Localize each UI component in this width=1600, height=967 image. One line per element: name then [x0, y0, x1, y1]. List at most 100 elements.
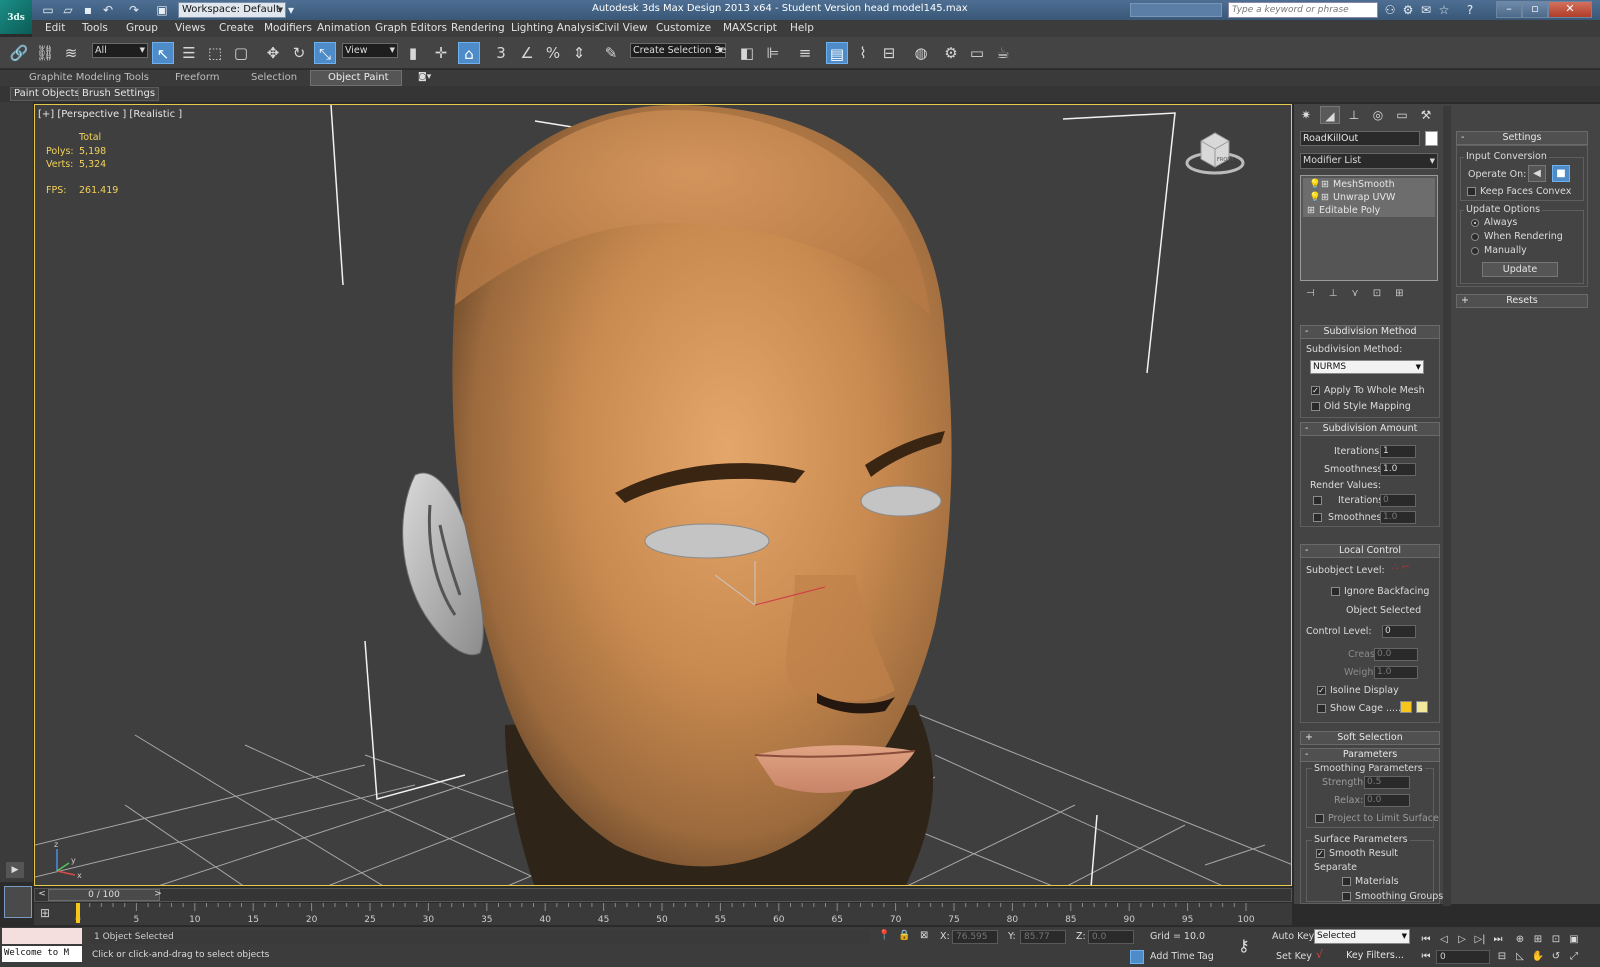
play-forward-icon[interactable]: ▶	[6, 862, 24, 878]
strength-spinner[interactable]: 0.5	[1364, 776, 1410, 789]
stack-item-editable-poly[interactable]: ⊞ Editable Poly	[1303, 204, 1435, 217]
menu-rendering[interactable]: Rendering	[451, 22, 505, 34]
undo-icon[interactable]: ↶	[100, 2, 116, 18]
tab-selection[interactable]: Selection	[251, 72, 297, 83]
open-file-icon[interactable]: ▱	[60, 2, 76, 18]
object-color-swatch[interactable]	[1425, 131, 1438, 146]
add-time-tag[interactable]: Add Time Tag	[1150, 951, 1214, 962]
keep-faces-convex-checkbox[interactable]	[1467, 187, 1476, 196]
operate-on-polygon-icon[interactable]: ■	[1552, 165, 1570, 182]
favorites-star-icon[interactable]: ☆	[1436, 2, 1452, 18]
workspace-arrow-icon[interactable]: ▾	[286, 2, 296, 18]
search-input[interactable]: Type a keyword or phrase	[1228, 2, 1378, 18]
utilities-tab-icon[interactable]: ⚒	[1416, 106, 1436, 124]
lightbulb-icon[interactable]: 💡	[1309, 191, 1321, 204]
binoculars-icon[interactable]: ⚇	[1382, 2, 1398, 18]
menu-civil-view[interactable]: Civil View	[597, 22, 648, 34]
settings-header[interactable]: - Settings	[1456, 131, 1588, 145]
link-icon[interactable]: 🔗	[8, 42, 30, 64]
viewport-label-menu[interactable]: [+] [Perspective ] [Realistic ]	[38, 109, 182, 120]
zoom-all-icon[interactable]: ⊞	[1530, 933, 1546, 947]
field-of-view-icon[interactable]: ◺	[1512, 950, 1528, 964]
ribbon-options-icon[interactable]: ◙▾	[418, 72, 436, 83]
track-bar[interactable]: 0510152025303540455055606570758085909510…	[34, 903, 1292, 925]
curve-editor-icon[interactable]: ⌇	[852, 42, 874, 64]
subdivision-method-dropdown[interactable]: NURMS ▼	[1310, 360, 1424, 374]
time-slider[interactable]	[34, 888, 1292, 902]
parameters-header[interactable]: - Parameters	[1300, 748, 1440, 762]
modifier-list-dropdown[interactable]: Modifier List ▼	[1300, 153, 1438, 169]
resets-header[interactable]: + Resets	[1456, 294, 1588, 308]
materials-checkbox[interactable]	[1342, 877, 1351, 886]
motion-tab-icon[interactable]: ◎	[1368, 106, 1388, 124]
object-name-field[interactable]: RoadKillOut	[1300, 131, 1420, 146]
key-mode-toggle-icon[interactable]: ⏮	[1418, 950, 1434, 964]
select-by-name-icon[interactable]: ☰	[178, 42, 200, 64]
manually-radio[interactable]	[1471, 247, 1479, 255]
app-logo-button[interactable]: 3ds	[0, 0, 32, 34]
time-prev-icon[interactable]: <	[36, 889, 48, 901]
update-button[interactable]: Update	[1482, 262, 1558, 277]
maxscript-listener-pink[interactable]	[2, 928, 82, 944]
command-panel-scrollbar[interactable]	[1443, 106, 1451, 906]
keyboard-shortcut-override-icon[interactable]: ⌂	[458, 42, 480, 64]
old-style-mapping-checkbox[interactable]	[1311, 402, 1320, 411]
soft-selection-header[interactable]: + Soft Selection	[1300, 731, 1440, 745]
set-key-key-icon[interactable]: ⚷	[1238, 936, 1262, 955]
subdivision-amount-header[interactable]: - Subdivision Amount	[1300, 422, 1440, 436]
menu-maxscript[interactable]: MAXScript	[723, 22, 777, 34]
subobject-vertex-edge-icon[interactable]: ∴ ⌐	[1392, 562, 1422, 576]
local-control-header[interactable]: - Local Control	[1300, 544, 1440, 558]
trackbar-filter-icon[interactable]: ⊞	[40, 906, 62, 922]
crease-spinner[interactable]: 0.0	[1374, 648, 1418, 661]
lightbulb-icon[interactable]: 💡	[1309, 178, 1321, 191]
rectangular-selection-icon[interactable]: ⬚	[204, 42, 226, 64]
maxscript-listener[interactable]: Welcome to M	[2, 946, 82, 962]
select-manipulate-icon[interactable]: ✛	[430, 42, 452, 64]
render-iterations-checkbox[interactable]	[1313, 496, 1322, 505]
graphite-toggle-icon[interactable]: ▤	[826, 42, 848, 64]
isoline-display-checkbox[interactable]: ✓	[1317, 686, 1326, 695]
bind-space-warp-icon[interactable]: ≋	[60, 42, 82, 64]
save-file-icon[interactable]: ▪	[80, 2, 96, 18]
default-in-out-tangent-icon[interactable]: √	[1316, 948, 1332, 962]
rotate-icon[interactable]: ↻	[288, 42, 310, 64]
render-smoothness-checkbox[interactable]	[1313, 513, 1322, 522]
cage-color-swatch-1[interactable]	[1400, 701, 1412, 713]
tab-graphite-modeling-tools[interactable]: Graphite Modeling Tools	[29, 72, 149, 83]
rendered-frame-window-icon[interactable]: ▭	[966, 42, 988, 64]
play-icon[interactable]: ▷	[1454, 933, 1470, 947]
move-icon[interactable]: ✥	[262, 42, 284, 64]
help-icon[interactable]: ?	[1462, 2, 1478, 18]
reference-coord-dropdown[interactable]: View ▼	[342, 43, 398, 58]
percent-snap-icon[interactable]: %	[542, 42, 564, 64]
paint-objects-panel[interactable]: Paint Objects	[10, 87, 84, 101]
render-setup-icon[interactable]: ⚙	[940, 42, 962, 64]
y-coord-field[interactable]: 85.77	[1020, 930, 1066, 944]
selection-lock-icon[interactable]: 🔒	[898, 930, 912, 944]
menu-help[interactable]: Help	[790, 22, 814, 34]
expand-icon[interactable]: ⊞	[1321, 191, 1329, 204]
menu-tools[interactable]: Tools	[82, 22, 108, 34]
align-icon[interactable]: ⊫	[762, 42, 784, 64]
maximize-button[interactable]: ▫	[1522, 1, 1548, 18]
menu-group[interactable]: Group	[126, 22, 158, 34]
mini-curve-editor-toggle[interactable]	[4, 886, 32, 918]
perspective-viewport[interactable]: FRONT x y z [+] [Perspective ] [Realisti…	[34, 104, 1292, 886]
operate-on-face-icon[interactable]: ◀	[1528, 165, 1546, 182]
menu-create[interactable]: Create	[219, 22, 254, 34]
render-smoothness-spinner[interactable]: 1.0	[1380, 511, 1416, 524]
time-slider-thumb[interactable]: 0 / 100	[48, 889, 160, 901]
angle-snap-icon[interactable]: ∠	[516, 42, 538, 64]
stack-item-unwrap-uvw[interactable]: 💡 ⊞ Unwrap UVW	[1303, 191, 1435, 204]
smoothing-groups-checkbox[interactable]	[1342, 892, 1351, 901]
orbit-icon[interactable]: ↺	[1548, 950, 1564, 964]
pivot-center-icon[interactable]: ▮	[402, 42, 424, 64]
layer-manager-icon[interactable]: ≡	[794, 42, 816, 64]
zoom-extents-icon[interactable]: ⊡	[1548, 933, 1564, 947]
time-tag-icon[interactable]	[1130, 950, 1144, 964]
key-filters-button[interactable]: Key Filters...	[1340, 948, 1410, 963]
project-limit-checkbox[interactable]	[1315, 814, 1324, 823]
scale-icon[interactable]: ⤡	[314, 42, 336, 64]
menu-customize[interactable]: Customize	[656, 22, 711, 34]
